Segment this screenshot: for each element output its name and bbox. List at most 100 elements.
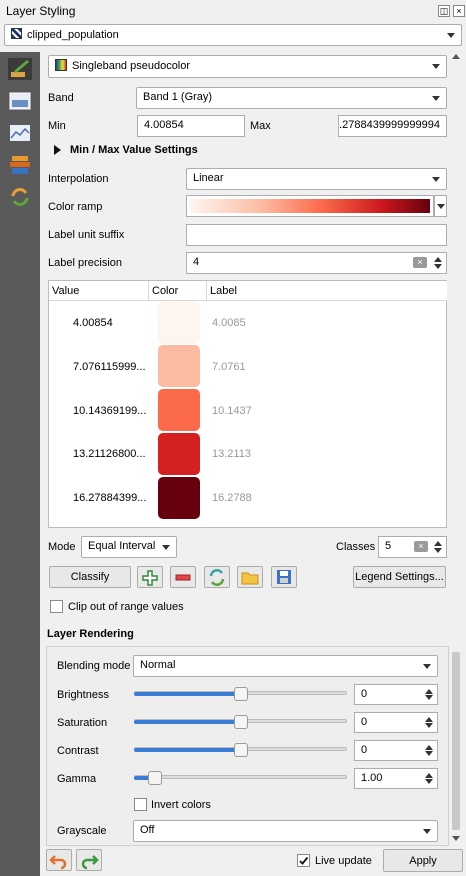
spin-up-icon[interactable]	[434, 541, 442, 546]
row-label[interactable]: 4.0085	[212, 317, 246, 329]
invert-colors-label: Invert colors	[151, 799, 211, 811]
close-icon[interactable]: ×	[453, 5, 465, 17]
panel-scrollbar[interactable]	[450, 52, 462, 844]
layer-selector[interactable]: clipped_population	[4, 24, 462, 46]
label-precision-spinbox[interactable]: 4 ×	[186, 252, 447, 274]
mode-label: Mode	[48, 541, 76, 553]
spin-down-icon[interactable]	[425, 695, 433, 700]
brightness-slider-handle[interactable]	[234, 687, 248, 701]
transparency-icon[interactable]	[8, 90, 32, 112]
symbology-brush-icon[interactable]	[8, 58, 32, 80]
chevron-down-icon	[423, 829, 431, 834]
column-header-value[interactable]: Value	[49, 281, 149, 301]
spin-down-icon[interactable]	[425, 779, 433, 784]
histogram-icon[interactable]	[8, 122, 32, 144]
spin-up-icon[interactable]	[434, 257, 442, 262]
spin-down-icon[interactable]	[434, 548, 442, 553]
blending-mode-select[interactable]: Normal	[133, 655, 438, 677]
row-label[interactable]: 16.2788	[212, 492, 252, 504]
spin-up-icon[interactable]	[425, 717, 433, 722]
remove-class-button[interactable]	[170, 566, 196, 588]
row-label[interactable]: 10.1437	[212, 405, 252, 417]
scrollbar-thumb[interactable]	[452, 652, 460, 830]
row-value[interactable]: 7.076115999...	[73, 361, 146, 373]
spin-up-icon[interactable]	[425, 773, 433, 778]
row-color-swatch[interactable]	[158, 345, 200, 387]
chevron-down-icon	[432, 64, 440, 69]
blending-mode-label: Blending mode	[57, 660, 131, 672]
undo-button[interactable]	[46, 849, 72, 871]
interpolation-select[interactable]: Linear	[186, 168, 447, 190]
load-color-map-button[interactable]	[237, 566, 263, 588]
scroll-up-icon[interactable]	[452, 54, 460, 59]
clip-out-of-range-label: Clip out of range values	[68, 601, 184, 613]
row-label[interactable]: 7.0761	[212, 361, 246, 373]
saturation-spinbox[interactable]: 0	[354, 712, 438, 733]
live-update-checkbox[interactable]	[297, 854, 310, 867]
contrast-slider-handle[interactable]	[234, 743, 248, 757]
color-ramp-dropdown[interactable]	[434, 195, 447, 217]
scroll-down-icon[interactable]	[452, 836, 460, 841]
mode-select[interactable]: Equal Interval	[81, 536, 177, 558]
expand-arrow-icon[interactable]	[54, 145, 61, 155]
clear-icon[interactable]: ×	[414, 541, 428, 552]
saturation-slider-fill	[134, 720, 241, 724]
column-header-color[interactable]: Color	[149, 281, 207, 301]
spin-down-icon[interactable]	[425, 723, 433, 728]
apply-button[interactable]: Apply	[383, 849, 463, 872]
row-color-swatch[interactable]	[158, 302, 200, 344]
mode-value: Equal Interval	[88, 540, 156, 552]
brightness-slider[interactable]	[134, 684, 347, 704]
spin-up-icon[interactable]	[425, 745, 433, 750]
saturation-slider-handle[interactable]	[234, 715, 248, 729]
row-value[interactable]: 10.14369199...	[73, 405, 146, 417]
row-color-swatch[interactable]	[158, 389, 200, 431]
pyramids-icon[interactable]	[8, 154, 32, 176]
gamma-slider-handle[interactable]	[148, 771, 162, 785]
grayscale-select[interactable]: Off	[133, 820, 438, 842]
row-color-swatch[interactable]	[158, 433, 200, 475]
brightness-spinbox[interactable]: 0	[354, 684, 438, 705]
row-label[interactable]: 13.2113	[212, 448, 251, 460]
contrast-spinbox[interactable]: 0	[354, 740, 438, 761]
minmax-settings-header[interactable]: Min / Max Value Settings	[70, 144, 198, 156]
column-header-label[interactable]: Label	[207, 281, 447, 301]
layer-rendering-title: Layer Rendering	[47, 628, 134, 640]
chevron-down-icon	[432, 96, 440, 101]
add-class-button[interactable]	[137, 566, 163, 588]
spin-up-icon[interactable]	[425, 689, 433, 694]
clear-icon[interactable]: ×	[413, 257, 427, 268]
band-select[interactable]: Band 1 (Gray)	[136, 87, 447, 109]
spin-down-icon[interactable]	[434, 264, 442, 269]
plus-icon	[142, 570, 158, 586]
contrast-slider[interactable]	[134, 740, 347, 760]
redo-button[interactable]	[76, 849, 102, 871]
export-color-map-button[interactable]	[271, 566, 297, 588]
saturation-slider[interactable]	[134, 712, 347, 732]
gamma-slider[interactable]	[134, 768, 347, 788]
classes-spinbox[interactable]: 5 ×	[378, 536, 447, 558]
classify-button[interactable]: Classify	[49, 566, 131, 588]
invert-colors-checkbox[interactable]	[134, 798, 147, 811]
history-icon[interactable]	[8, 186, 32, 208]
gamma-slider-track[interactable]	[134, 775, 347, 779]
label-unit-suffix-input[interactable]	[186, 224, 447, 246]
min-input[interactable]: 4.00854	[137, 115, 245, 137]
saturation-value: 0	[361, 716, 368, 728]
max-input[interactable]: 6.2788439999999994	[338, 115, 447, 137]
spin-down-icon[interactable]	[425, 751, 433, 756]
row-value[interactable]: 16.27884399...	[73, 492, 146, 504]
gamma-spinbox[interactable]: 1.00	[354, 768, 438, 789]
float-window-icon[interactable]: ◫	[438, 5, 450, 17]
gamma-value: 1.00	[361, 772, 383, 784]
live-update-label: Live update	[315, 855, 372, 867]
renderer-type-select[interactable]: Singleband pseudocolor	[48, 55, 447, 78]
reverse-order-button[interactable]	[204, 566, 230, 588]
legend-settings-button[interactable]: Legend Settings...	[353, 566, 446, 588]
row-value[interactable]: 4.00854	[73, 317, 113, 329]
color-ramp-button[interactable]	[186, 195, 434, 217]
clip-out-of-range-checkbox[interactable]	[50, 600, 63, 613]
row-value[interactable]: 13.21126800...	[73, 448, 146, 460]
row-color-swatch[interactable]	[158, 477, 200, 519]
gamma-label: Gamma	[57, 773, 97, 785]
